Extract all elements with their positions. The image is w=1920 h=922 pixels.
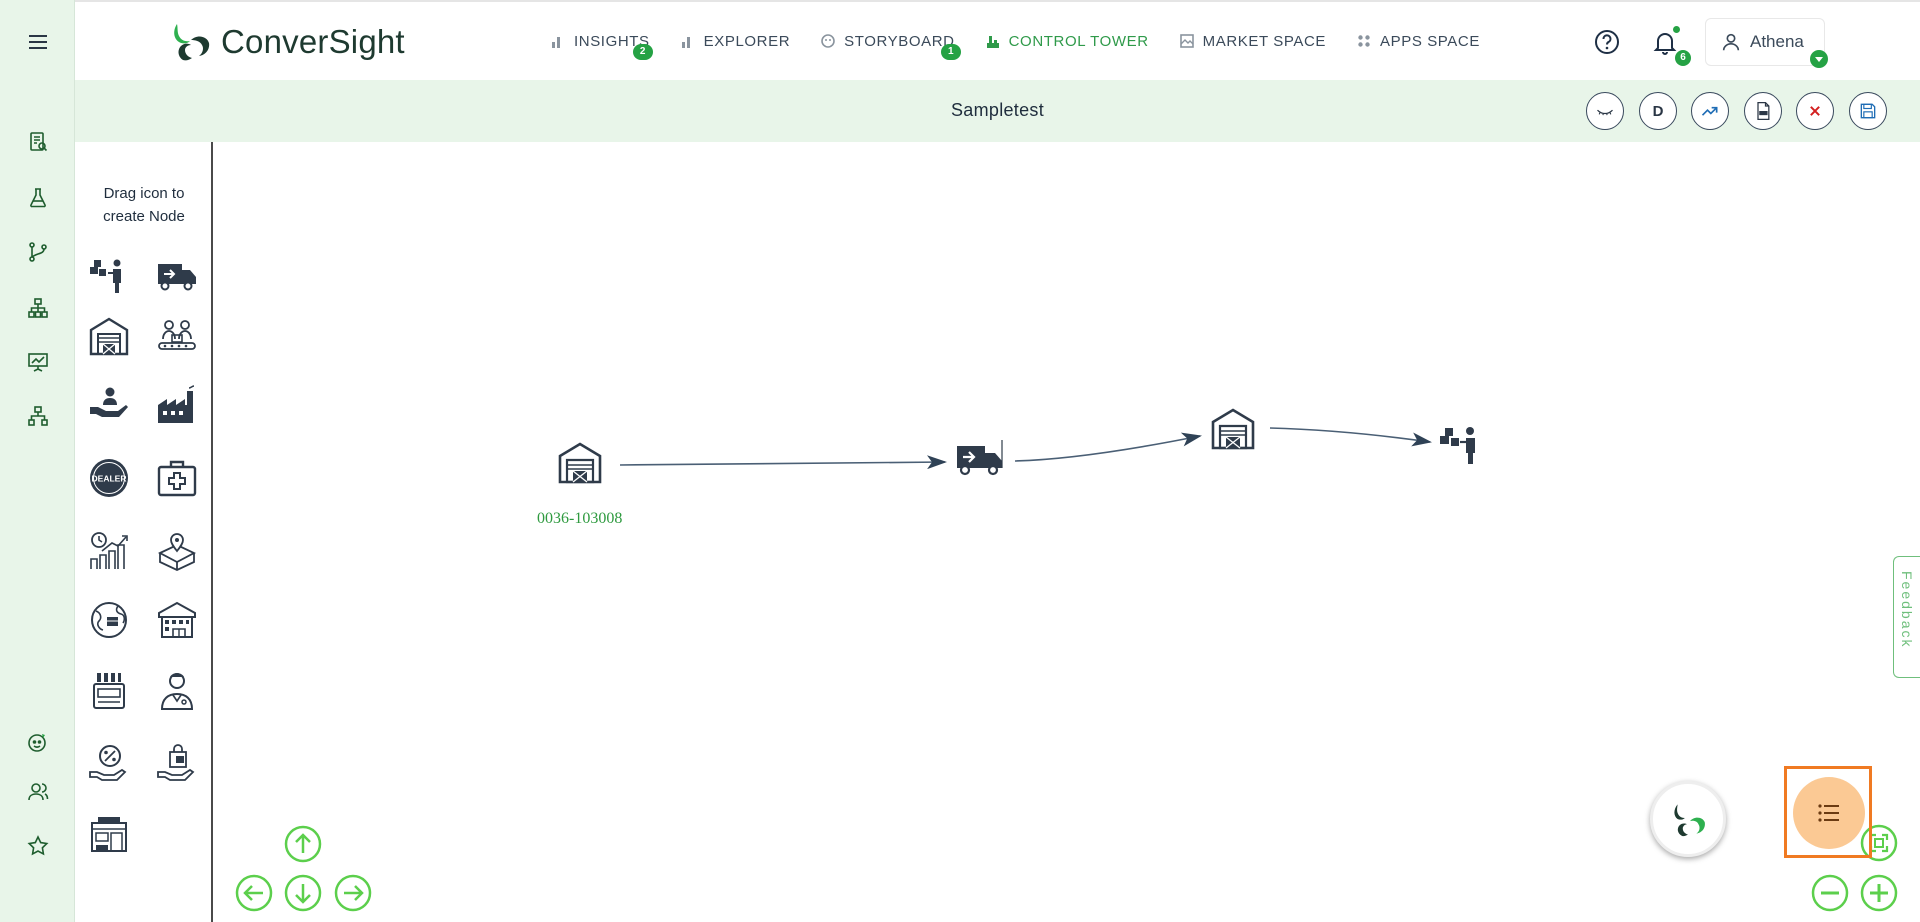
dealer-icon[interactable]: DEALER <box>87 456 131 500</box>
node-palette: Drag icon to create Node DEALER <box>75 142 213 922</box>
tower-icon <box>986 36 999 48</box>
delivery-truck-icon[interactable] <box>155 254 199 298</box>
star-icon[interactable] <box>22 830 54 862</box>
conversight-logo-icon <box>174 24 210 61</box>
bar-chart-icon <box>552 37 560 48</box>
users-icon[interactable] <box>22 776 54 808</box>
worker-boxes-icon[interactable] <box>87 254 131 298</box>
hamburger-menu-icon[interactable] <box>22 26 54 58</box>
conveyor-workers-icon[interactable] <box>155 314 199 358</box>
nav-label: MARKET SPACE <box>1202 32 1327 50</box>
conversight-assistant-icon <box>1674 804 1705 837</box>
palette-title-line1: Drag icon to <box>103 185 185 202</box>
presentation-chart-icon[interactable] <box>22 346 54 378</box>
d-button[interactable]: D <box>1639 92 1677 130</box>
storyboard-badge: 1 <box>941 44 962 60</box>
close-button[interactable] <box>1796 92 1834 130</box>
edge-warehouse-to-worker[interactable] <box>1269 427 1432 447</box>
nav-insights[interactable]: INSIGHTS 2 <box>535 28 665 60</box>
logo-text: ConverSight <box>221 23 405 60</box>
global-delivery-icon[interactable] <box>87 598 131 642</box>
nav-storyboard[interactable]: STORYBOARD 1 <box>805 28 969 60</box>
save-button[interactable] <box>1849 92 1887 130</box>
user-menu-button[interactable]: Athena <box>1705 18 1825 66</box>
care-hand-person-icon[interactable] <box>87 384 131 428</box>
pan-down-icon[interactable] <box>284 874 322 912</box>
nav-label: STORYBOARD <box>844 32 955 50</box>
clock-growth-chart-icon[interactable] <box>87 528 131 572</box>
top-header: ConverSight INSIGHTS 2 EXPLORER STORYBOA… <box>75 0 1920 80</box>
git-branch-icon[interactable] <box>22 236 54 268</box>
location-box-icon[interactable] <box>155 528 199 572</box>
shopping-hand-icon[interactable] <box>155 742 199 786</box>
nav-control-tower[interactable]: CONTROL TOWER <box>970 28 1164 54</box>
store-image-icon <box>1179 34 1194 48</box>
nav-apps-space[interactable]: APPS SPACE <box>1341 28 1495 54</box>
zoom-in-icon[interactable] <box>1860 874 1898 912</box>
factory-icon[interactable] <box>155 384 199 428</box>
palette-icon <box>821 34 835 48</box>
trend-button[interactable] <box>1691 92 1729 130</box>
hide-eye-button[interactable] <box>1586 92 1624 130</box>
apps-grid-icon <box>1358 35 1370 47</box>
help-icon[interactable] <box>1591 26 1623 58</box>
first-aid-kit-icon[interactable] <box>155 456 199 500</box>
bot-face-icon[interactable] <box>22 726 54 758</box>
storage-rack-icon[interactable] <box>87 668 131 712</box>
hierarchy-icon[interactable] <box>22 292 54 324</box>
bar-chart-icon <box>681 37 690 48</box>
close-icon <box>1810 106 1820 116</box>
user-dropdown-caret-icon[interactable] <box>1810 50 1828 68</box>
nav-explorer[interactable]: EXPLORER <box>665 28 806 54</box>
nav-market-space[interactable]: MARKET SPACE <box>1164 28 1341 54</box>
canvas-toolbar: Sampletest D <box>75 80 1920 142</box>
pdf-file-icon <box>1757 102 1770 120</box>
storefront-icon[interactable] <box>87 812 131 856</box>
node-warehouse-1[interactable] <box>558 442 602 484</box>
nav-label: EXPLORER <box>703 32 791 50</box>
trending-up-icon <box>1701 106 1718 116</box>
top-nav: INSIGHTS 2 EXPLORER STORYBOARD 1 CONTROL… <box>535 28 1495 60</box>
pan-right-icon[interactable] <box>334 874 372 912</box>
export-pdf-button[interactable] <box>1744 92 1782 130</box>
zoom-out-icon[interactable] <box>1811 874 1849 912</box>
user-name: Athena <box>1750 32 1804 51</box>
edge-truck-to-warehouse[interactable] <box>1014 432 1202 462</box>
notification-count-badge: 6 <box>1675 50 1691 66</box>
node-label: 0036-103008 <box>537 510 623 527</box>
node-worker-boxes[interactable] <box>1440 427 1475 464</box>
doctor-icon[interactable] <box>155 668 199 712</box>
feedback-tab[interactable]: Feedback <box>1893 556 1920 678</box>
palette-title: Drag icon to create Node <box>75 182 213 228</box>
assistant-button[interactable] <box>1650 781 1726 857</box>
d-button-label: D <box>1652 102 1664 120</box>
pan-up-icon[interactable] <box>284 825 322 863</box>
node-warehouse-2[interactable] <box>1211 408 1255 450</box>
network-tree-icon[interactable] <box>22 400 54 432</box>
palette-title-line2: create Node <box>103 208 185 225</box>
discount-hand-icon[interactable] <box>87 742 131 786</box>
nav-label: CONTROL TOWER <box>1008 32 1149 50</box>
node-delivery-truck[interactable] <box>957 440 1003 476</box>
distribution-center-icon[interactable] <box>155 598 199 642</box>
conversight-logo[interactable]: ConverSight <box>169 20 405 64</box>
edge-warehouse-to-truck[interactable] <box>619 455 947 470</box>
insights-badge: 2 <box>633 44 653 60</box>
closed-eye-icon <box>1597 109 1613 116</box>
report-icon[interactable] <box>22 126 54 158</box>
lab-flask-icon[interactable] <box>22 182 54 214</box>
feedback-label: Feedback <box>1899 571 1915 649</box>
warehouse-icon[interactable] <box>87 314 131 358</box>
user-icon <box>1722 33 1740 51</box>
list-icon <box>1818 804 1839 822</box>
nav-label: APPS SPACE <box>1380 32 1480 50</box>
left-rail <box>0 0 75 922</box>
save-floppy-icon <box>1860 103 1876 119</box>
list-menu-button[interactable] <box>1793 777 1865 849</box>
dealer-text: DEALER <box>92 474 127 484</box>
notification-dot <box>1673 26 1680 33</box>
pan-left-icon[interactable] <box>235 874 273 912</box>
